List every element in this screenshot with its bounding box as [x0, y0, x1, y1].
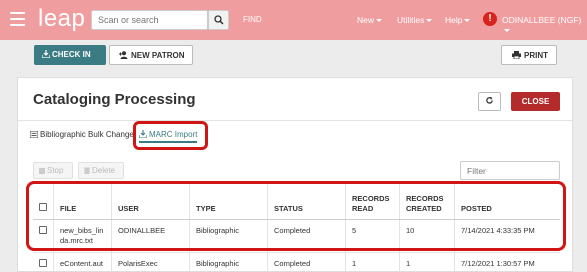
nav-new[interactable]: New — [357, 15, 383, 25]
tab-bulk-label: Bibliographic Bulk Change — [40, 130, 134, 139]
alert-icon[interactable]: ! — [483, 12, 497, 26]
delete-button[interactable]: Delete — [78, 162, 124, 179]
print-label: PRINT — [524, 51, 548, 60]
check-in-icon — [41, 50, 51, 59]
stop-icon — [39, 168, 45, 174]
cell-posted: 7/12/2021 1:30:57 PM — [454, 252, 560, 272]
search-input[interactable] — [91, 10, 208, 30]
search-icon — [214, 15, 224, 25]
trash-icon — [84, 167, 90, 174]
tab-highlight — [133, 121, 208, 150]
print-icon — [512, 51, 521, 60]
delete-label: Delete — [92, 166, 116, 175]
caret-down-icon — [504, 29, 510, 33]
cell-status: Completed — [267, 252, 346, 272]
nav-utilities[interactable]: Utilities — [397, 15, 433, 25]
add-user-icon — [119, 51, 128, 59]
cell-type: Bibliographic — [189, 252, 268, 272]
page-title: Cataloging Processing — [33, 91, 196, 108]
caret-down-icon — [376, 19, 383, 23]
row-select-cell — [33, 252, 54, 272]
print-button[interactable]: PRINT — [501, 45, 557, 65]
top-nav-bar: leap FIND New Utilities Help ! ODINALLBE… — [0, 0, 587, 40]
filter-input[interactable] — [460, 161, 560, 180]
check-in-label: CHECK IN — [52, 50, 91, 59]
menu-icon[interactable] — [10, 12, 25, 26]
refresh-button[interactable] — [478, 92, 501, 111]
caret-down-icon — [426, 19, 433, 23]
nav-help[interactable]: Help — [445, 15, 471, 25]
cataloging-panel: Cataloging Processing CLOSE Bibliographi… — [17, 77, 574, 272]
user-name: ODINALLBEE (NGF) — [502, 15, 582, 25]
table-highlight — [26, 181, 566, 251]
table-row[interactable]: eContent.aut PolarisExec Bibliographic C… — [33, 252, 560, 272]
search-button[interactable] — [208, 10, 229, 30]
app-logo[interactable]: leap — [38, 5, 85, 33]
user-menu[interactable]: ODINALLBEE (NGF) — [502, 15, 587, 35]
new-patron-label: NEW PATRON — [131, 51, 185, 60]
caret-down-icon — [464, 19, 471, 23]
new-patron-button[interactable]: NEW PATRON — [109, 45, 193, 65]
check-in-button[interactable]: CHECK IN — [34, 45, 106, 65]
row-checkbox[interactable] — [39, 258, 47, 267]
nav-help-label: Help — [445, 15, 463, 25]
cell-file: eContent.aut — [53, 252, 112, 272]
stop-label: Stop — [47, 166, 64, 175]
tab-bibliographic-bulk-change[interactable]: Bibliographic Bulk Change — [29, 130, 134, 139]
list-icon — [29, 130, 39, 139]
refresh-icon — [486, 96, 493, 104]
close-button[interactable]: CLOSE — [511, 92, 560, 111]
divider — [18, 120, 574, 121]
find-button[interactable]: FIND — [243, 15, 262, 24]
cell-records-created: 1 — [399, 252, 455, 272]
nav-utilities-label: Utilities — [397, 15, 425, 25]
cell-records-read: 1 — [345, 252, 400, 272]
stop-button[interactable]: Stop — [33, 162, 73, 179]
nav-new-label: New — [357, 15, 375, 25]
cell-user: PolarisExec — [111, 252, 190, 272]
